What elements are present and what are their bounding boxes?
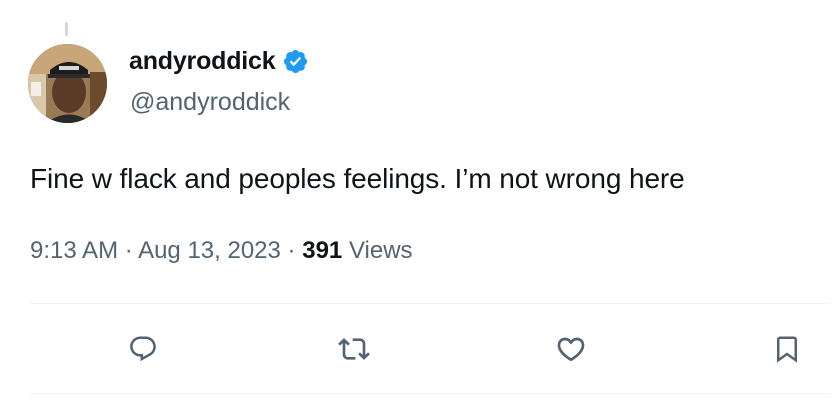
retweet-button[interactable] (337, 332, 371, 366)
like-button[interactable] (554, 332, 588, 366)
author-name-row[interactable]: andyroddick (129, 47, 309, 76)
display-name[interactable]: andyroddick (129, 47, 276, 76)
bookmark-icon (777, 336, 797, 363)
reply-icon (130, 336, 156, 362)
divider (30, 303, 830, 304)
bookmark-button[interactable] (770, 332, 804, 366)
retweet-icon (338, 338, 370, 360)
avatar[interactable] (28, 44, 107, 123)
tweet-date[interactable]: Aug 13, 2023 (138, 237, 281, 264)
avatar-image (28, 44, 107, 123)
like-icon (557, 337, 585, 362)
meta-separator: · (124, 237, 133, 264)
reply-button[interactable] (126, 332, 160, 366)
author-handle[interactable]: @andyroddick (130, 88, 290, 117)
thread-connector-line (65, 22, 68, 36)
divider (30, 393, 830, 394)
tweet-text: Fine w flack and peoples feelings. I’m n… (30, 163, 685, 194)
tweet-time[interactable]: 9:13 AM (30, 237, 118, 264)
verified-badge-icon (282, 48, 309, 75)
tweet-meta: 9:13 AM · Aug 13, 2023 · 391 Views (30, 237, 413, 265)
views-count: 391 (302, 237, 343, 264)
views-label: Views (348, 237, 413, 264)
meta-separator: · (287, 237, 296, 264)
